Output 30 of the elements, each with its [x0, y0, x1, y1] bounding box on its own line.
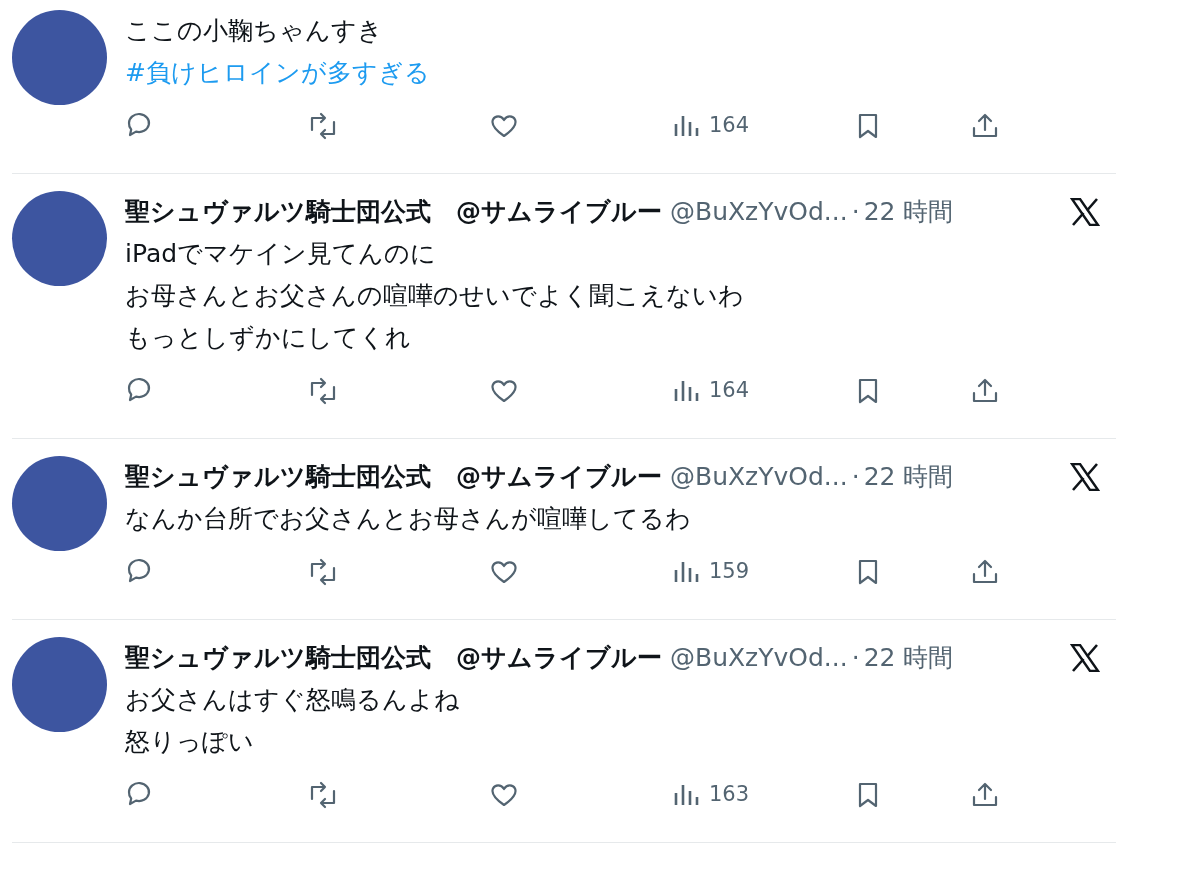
- timestamp[interactable]: 22 時間: [863, 458, 954, 496]
- post-text: お父さんはすぐ怒鳴るんよね: [125, 684, 461, 716]
- views-button[interactable]: 164: [671, 375, 750, 407]
- view-count: 163: [709, 781, 750, 809]
- display-name[interactable]: 聖シュヴァルツ騎士団公式 @サムライブルー: [125, 193, 662, 231]
- timestamp[interactable]: 22 時間: [863, 639, 954, 677]
- view-count: 164: [709, 377, 750, 405]
- separator-dot: ·: [851, 196, 860, 229]
- view-count: 159: [709, 558, 750, 586]
- user-handle[interactable]: @BuXzYvOd...: [670, 639, 848, 677]
- x-logo-icon: [1070, 644, 1100, 672]
- x-logo-icon: [1070, 463, 1100, 491]
- timestamp[interactable]: 22 時間: [863, 193, 954, 231]
- post-text: なんか台所でお父さんとお母さんが喧嘩してるわ: [125, 503, 692, 535]
- post-text: ここの小鞠ちゃんすき: [125, 15, 384, 47]
- user-handle[interactable]: @BuXzYvOd...: [670, 193, 848, 231]
- views-button[interactable]: 163: [671, 779, 750, 811]
- views-button[interactable]: 164: [671, 110, 750, 142]
- separator-dot: ·: [851, 642, 860, 675]
- display-name[interactable]: 聖シュヴァルツ騎士団公式 @サムライブルー: [125, 458, 662, 496]
- user-handle[interactable]: @BuXzYvOd...: [670, 458, 848, 496]
- display-name[interactable]: 聖シュヴァルツ騎士団公式 @サムライブルー: [125, 639, 662, 677]
- views-button[interactable]: 159: [671, 556, 750, 588]
- x-logo-icon: [1070, 198, 1100, 226]
- separator-dot: ·: [851, 461, 860, 494]
- post-text: もっとしずかにしてくれ: [125, 322, 412, 354]
- post-text: お母さんとお父さんの喧嘩のせいでよく聞こえないわ: [125, 280, 745, 312]
- post-text: 怒りっぽい: [125, 726, 255, 758]
- view-count: 164: [709, 112, 750, 140]
- post-text: iPadでマケイン見てんのに: [125, 238, 438, 270]
